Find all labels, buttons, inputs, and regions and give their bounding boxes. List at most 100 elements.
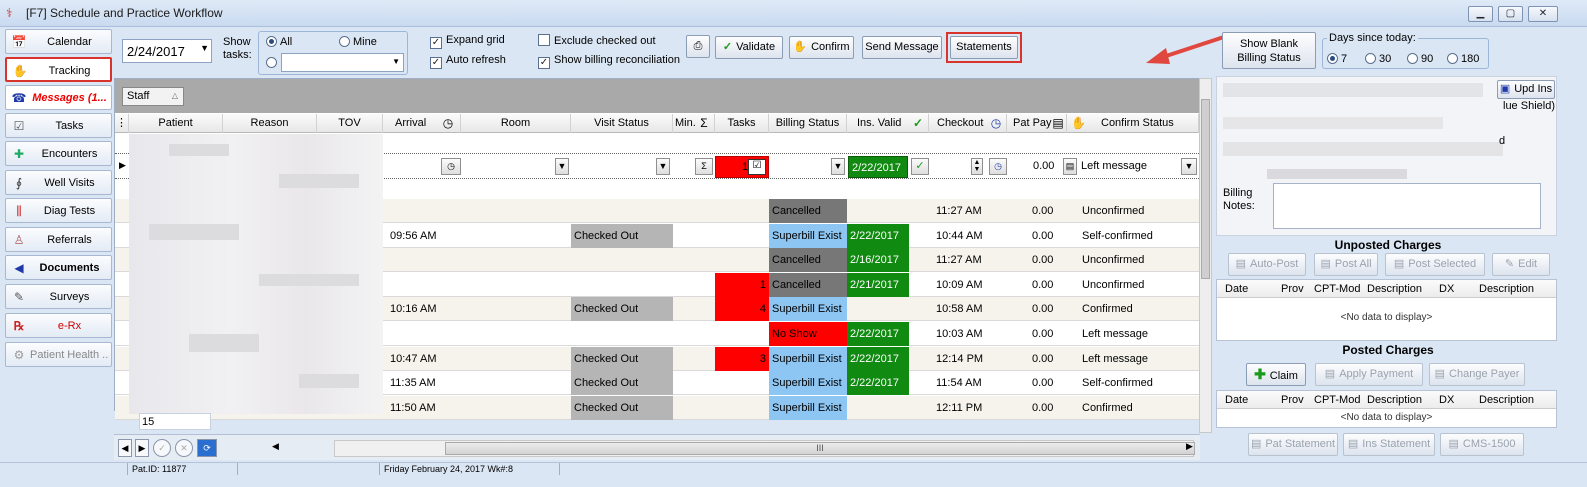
cell-billing-status[interactable]: Superbill Exist — [769, 371, 847, 395]
col-tov[interactable]: TOV — [317, 114, 383, 133]
exclude-checked-out-checkbox[interactable]: Exclude checked out — [538, 34, 656, 47]
cell-arrival[interactable] — [387, 322, 461, 346]
edit-charge-button[interactable]: ✎ Edit — [1492, 253, 1550, 276]
ins-statement-button[interactable]: ▤ Ins Statement — [1343, 433, 1435, 456]
sidebar-item-diag-tests[interactable]: ⫼ Diag Tests — [5, 198, 112, 223]
cell-billing-status[interactable]: Cancelled — [769, 199, 847, 223]
column-chooser-icon[interactable]: ⋮ — [115, 114, 129, 133]
cell-pat-pay[interactable]: 0.00 — [1029, 297, 1067, 321]
vscroll-thumb[interactable] — [1201, 99, 1210, 279]
pat-statement-button[interactable]: ▤ Pat Statement — [1248, 433, 1338, 456]
col-cpt-mod[interactable]: CPT-Mod — [1314, 283, 1360, 295]
cell-checkout[interactable]: 11:27 AM — [933, 199, 1007, 223]
sidebar-item-documents[interactable]: ◀ Documents — [5, 255, 112, 280]
confirm-status-dropdown[interactable]: ▼ — [1181, 158, 1197, 175]
cell-arrival[interactable] — [387, 273, 461, 297]
minimize-button[interactable]: ▁ — [1468, 6, 1493, 22]
cell-checkout[interactable]: 10:09 AM — [933, 273, 1007, 297]
post-all-button[interactable]: ▤ Post All — [1314, 253, 1378, 276]
cell-pat-pay[interactable]: 0.00 — [1029, 199, 1067, 223]
scroll-thumb[interactable]: III — [445, 442, 1195, 455]
cell-ins-valid[interactable]: 2/21/2017 — [847, 273, 909, 297]
cell-billing-status[interactable]: Superbill Exist — [769, 224, 847, 248]
cell-visit-status[interactable] — [571, 248, 673, 272]
statements-button[interactable]: Statements — [950, 36, 1018, 59]
cell-checkout[interactable]: 12:11 PM — [933, 396, 1007, 420]
cell-billing-status[interactable]: Superbill Exist — [769, 347, 847, 371]
cell-confirm-status[interactable]: Confirmed — [1079, 396, 1199, 420]
billing-notes-textarea[interactable] — [1273, 183, 1541, 229]
cell-arrival[interactable] — [387, 248, 461, 272]
room-dropdown[interactable]: ▼ — [555, 158, 569, 175]
change-payer-button[interactable]: ▤ Change Payer — [1429, 363, 1525, 386]
cell-checkout[interactable]: 10:58 AM — [933, 297, 1007, 321]
checkout-clock-button[interactable]: ◷ — [989, 158, 1007, 175]
cell-confirm-status[interactable]: Left message — [1079, 347, 1199, 371]
confirm-button[interactable]: ✋ Confirm — [789, 36, 854, 59]
cell-tasks[interactable] — [715, 248, 769, 272]
next-record-button[interactable]: ▶ — [135, 439, 149, 457]
cell-checkout[interactable]: 10:44 AM — [933, 224, 1007, 248]
sidebar-item-referrals[interactable]: ♙ Referrals — [5, 227, 112, 252]
col-dx[interactable]: DX — [1439, 394, 1454, 406]
radio-mine[interactable]: Mine — [339, 36, 377, 48]
checkout-spinner[interactable]: ▲ ▼ — [971, 158, 983, 175]
col-description-2[interactable]: Description — [1479, 394, 1534, 406]
expand-grid-checkbox[interactable]: ✓ Expand grid — [430, 34, 505, 49]
cell-visit-status[interactable]: Checked Out — [571, 297, 673, 321]
pat-pay-list-button[interactable]: ▤ — [1063, 158, 1077, 175]
validate-button[interactable]: ✓ Validate — [715, 36, 783, 59]
arrival-clock-button[interactable]: ◷ — [441, 158, 461, 175]
sidebar-item-messages[interactable]: ☎ Messages (1... — [5, 85, 112, 110]
cell-confirm-status[interactable]: Unconfirmed — [1079, 199, 1199, 223]
col-visit-status[interactable]: Visit Status — [571, 114, 673, 133]
print-button[interactable]: ⎙ — [686, 35, 710, 58]
col-reason[interactable]: Reason — [223, 114, 317, 133]
radio-all[interactable]: All — [266, 36, 292, 48]
cell-checkout[interactable]: 11:54 AM — [933, 371, 1007, 395]
cell-visit-status[interactable] — [571, 273, 673, 297]
cell-tasks[interactable]: 4 — [715, 297, 769, 321]
cell-arrival[interactable]: 11:35 AM — [387, 371, 461, 395]
sidebar-item-well-visits[interactable]: ∮ Well Visits — [5, 170, 112, 195]
sidebar-item-patient-health[interactable]: ⚙ Patient Health ... — [5, 342, 112, 367]
cell-visit-status[interactable] — [571, 199, 673, 223]
cell-billing-status[interactable]: No Show — [769, 322, 847, 346]
cell-arrival[interactable]: 10:47 AM — [387, 347, 461, 371]
col-description[interactable]: Description — [1367, 394, 1422, 406]
maximize-button[interactable]: ▢ — [1498, 6, 1523, 22]
days-90-radio[interactable]: 90 — [1407, 53, 1433, 65]
upd-ins-button[interactable]: ▣ Upd Ins — [1497, 80, 1555, 99]
col-ins-valid[interactable]: Ins. Valid ✓ — [847, 114, 929, 133]
cell-ins-valid[interactable] — [847, 297, 909, 321]
billing-status-dropdown[interactable]: ▼ — [831, 158, 845, 175]
col-cpt-mod[interactable]: CPT-Mod — [1314, 394, 1360, 406]
cell-confirm-status[interactable]: Confirmed — [1079, 297, 1199, 321]
col-date[interactable]: Date — [1225, 394, 1248, 406]
cell-pat-pay[interactable]: 0.00 — [1029, 396, 1067, 420]
col-room[interactable]: Room — [461, 114, 571, 133]
prev-record-button[interactable]: ◀ — [118, 439, 132, 457]
cell-confirm-status[interactable]: Self-confirmed — [1079, 224, 1199, 248]
cell-visit-status[interactable]: Checked Out — [571, 396, 673, 420]
cell-tasks[interactable] — [715, 396, 769, 420]
cell-tasks[interactable] — [715, 371, 769, 395]
send-message-button[interactable]: Send Message — [862, 36, 942, 59]
col-prov[interactable]: Prov — [1281, 283, 1304, 295]
claim-button[interactable]: ✚ Claim — [1246, 363, 1306, 386]
sidebar-item-tracking[interactable]: ✋ Tracking — [5, 57, 112, 82]
cell-ins-valid[interactable]: 2/22/2017 — [847, 224, 909, 248]
cell-arrival[interactable]: 09:56 AM — [387, 224, 461, 248]
days-30-radio[interactable]: 30 — [1365, 53, 1391, 65]
cell-tasks[interactable] — [715, 322, 769, 346]
scroll-left-icon[interactable]: ◀ — [272, 441, 279, 452]
col-tasks[interactable]: Tasks — [715, 114, 769, 133]
edit-pat-pay[interactable]: 0.00 — [1033, 160, 1054, 172]
col-date[interactable]: Date — [1225, 283, 1248, 295]
auto-refresh-checkbox[interactable]: ✓ Auto refresh — [430, 54, 506, 69]
col-description-2[interactable]: Description — [1479, 283, 1534, 295]
cell-confirm-status[interactable]: Self-confirmed — [1079, 371, 1199, 395]
cell-confirm-status[interactable]: Unconfirmed — [1079, 248, 1199, 272]
cell-pat-pay[interactable]: 0.00 — [1029, 224, 1067, 248]
show-billing-reconciliation-checkbox[interactable]: ✓ Show billing reconciliation — [538, 54, 680, 69]
